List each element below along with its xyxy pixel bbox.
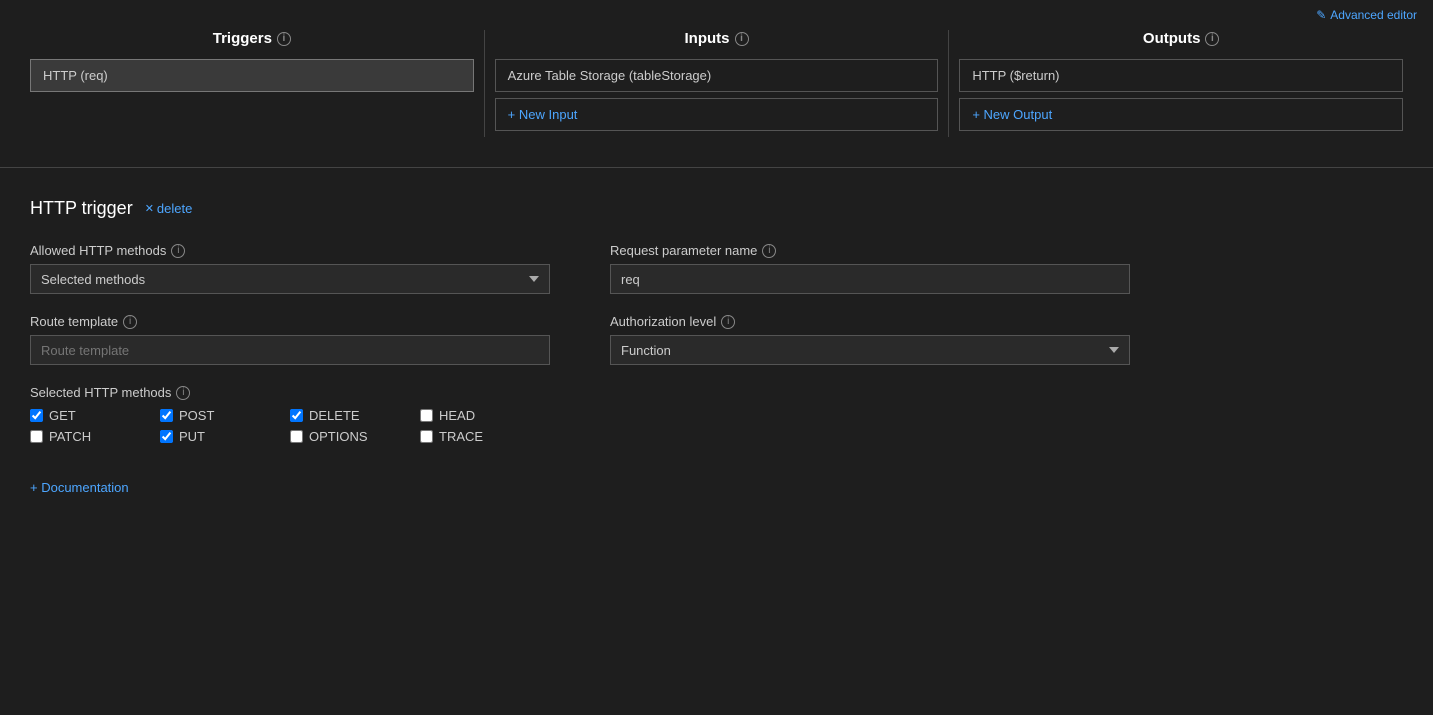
method-post-row: POST bbox=[160, 408, 290, 423]
method-get-label: GET bbox=[49, 408, 76, 423]
advanced-editor-link[interactable]: ✎ Advanced editor bbox=[1316, 8, 1417, 22]
request-param-label: Request parameter name i bbox=[610, 243, 1130, 258]
methods-col-1: GET PATCH bbox=[30, 408, 160, 450]
documentation-link[interactable]: + Documentation bbox=[30, 480, 129, 495]
triggers-column: Triggers i HTTP (req) bbox=[20, 30, 485, 137]
advanced-editor-label: Advanced editor bbox=[1330, 8, 1417, 22]
selected-methods-info-icon[interactable]: i bbox=[176, 386, 190, 400]
triggers-header: Triggers i bbox=[30, 30, 474, 47]
outputs-column: Outputs i HTTP ($return) + New Output bbox=[949, 30, 1413, 137]
method-trace-checkbox[interactable] bbox=[420, 430, 433, 443]
outputs-header: Outputs i bbox=[959, 30, 1403, 47]
detail-section: HTTP trigger delete Allowed HTTP methods… bbox=[0, 178, 1433, 515]
triggers-info-icon[interactable]: i bbox=[277, 32, 291, 46]
request-param-info-icon[interactable]: i bbox=[762, 244, 776, 258]
route-template-input[interactable] bbox=[30, 335, 550, 365]
authorization-level-select[interactable]: Anonymous Function Admin bbox=[610, 335, 1130, 365]
route-template-group: Route template i bbox=[30, 314, 550, 365]
authorization-level-group: Authorization level i Anonymous Function… bbox=[610, 314, 1130, 365]
method-options-checkbox[interactable] bbox=[290, 430, 303, 443]
inputs-header: Inputs i bbox=[495, 30, 939, 47]
authorization-level-label: Authorization level i bbox=[610, 314, 1130, 329]
method-options-label: OPTIONS bbox=[309, 429, 368, 444]
allowed-methods-info-icon[interactable]: i bbox=[171, 244, 185, 258]
method-post-label: POST bbox=[179, 408, 214, 423]
method-head-row: HEAD bbox=[420, 408, 550, 423]
detail-title: HTTP trigger bbox=[30, 198, 133, 219]
method-patch-checkbox[interactable] bbox=[30, 430, 43, 443]
method-trace-label: TRACE bbox=[439, 429, 483, 444]
method-patch-row: PATCH bbox=[30, 429, 160, 444]
method-put-row: PUT bbox=[160, 429, 290, 444]
inputs-info-icon[interactable]: i bbox=[735, 32, 749, 46]
method-options-row: OPTIONS bbox=[290, 429, 420, 444]
methods-checkboxes: GET PATCH POST PUT bbox=[30, 408, 1403, 450]
method-head-label: HEAD bbox=[439, 408, 475, 423]
method-put-label: PUT bbox=[179, 429, 205, 444]
delete-link[interactable]: delete bbox=[145, 201, 193, 216]
top-bar: ✎ Advanced editor bbox=[0, 0, 1433, 30]
detail-title-row: HTTP trigger delete bbox=[30, 198, 1403, 219]
allowed-methods-group: Allowed HTTP methods i All methods Selec… bbox=[30, 243, 550, 294]
input-item-table-storage[interactable]: Azure Table Storage (tableStorage) bbox=[495, 59, 939, 92]
authorization-level-info-icon[interactable]: i bbox=[721, 315, 735, 329]
form-grid: Allowed HTTP methods i All methods Selec… bbox=[30, 243, 1130, 365]
method-post-checkbox[interactable] bbox=[160, 409, 173, 422]
allowed-methods-select[interactable]: All methods Selected methods bbox=[30, 264, 550, 294]
method-delete-checkbox[interactable] bbox=[290, 409, 303, 422]
new-output-button[interactable]: + New Output bbox=[959, 98, 1403, 131]
edit-icon: ✎ bbox=[1316, 8, 1326, 22]
methods-col-2: POST PUT bbox=[160, 408, 290, 450]
allowed-methods-label: Allowed HTTP methods i bbox=[30, 243, 550, 258]
new-input-button[interactable]: + New Input bbox=[495, 98, 939, 131]
methods-section: Selected HTTP methods i GET PATCH POST bbox=[30, 385, 1403, 450]
method-get-checkbox[interactable] bbox=[30, 409, 43, 422]
inputs-column: Inputs i Azure Table Storage (tableStora… bbox=[485, 30, 950, 137]
request-param-input[interactable]: req bbox=[610, 264, 1130, 294]
output-item-http-return[interactable]: HTTP ($return) bbox=[959, 59, 1403, 92]
method-head-checkbox[interactable] bbox=[420, 409, 433, 422]
binding-columns: Triggers i HTTP (req) Inputs i Azure Tab… bbox=[0, 30, 1433, 157]
method-get-row: GET bbox=[30, 408, 160, 423]
route-template-label: Route template i bbox=[30, 314, 550, 329]
method-patch-label: PATCH bbox=[49, 429, 91, 444]
request-param-group: Request parameter name i req bbox=[610, 243, 1130, 294]
method-trace-row: TRACE bbox=[420, 429, 550, 444]
method-delete-row: DELETE bbox=[290, 408, 420, 423]
outputs-info-icon[interactable]: i bbox=[1205, 32, 1219, 46]
selected-methods-label: Selected HTTP methods i bbox=[30, 385, 1403, 400]
trigger-item-http-req[interactable]: HTTP (req) bbox=[30, 59, 474, 92]
method-put-checkbox[interactable] bbox=[160, 430, 173, 443]
methods-col-4: HEAD TRACE bbox=[420, 408, 550, 450]
methods-col-3: DELETE OPTIONS bbox=[290, 408, 420, 450]
section-divider bbox=[0, 167, 1433, 168]
documentation-label: + Documentation bbox=[30, 480, 129, 495]
method-delete-label: DELETE bbox=[309, 408, 360, 423]
route-template-info-icon[interactable]: i bbox=[123, 315, 137, 329]
